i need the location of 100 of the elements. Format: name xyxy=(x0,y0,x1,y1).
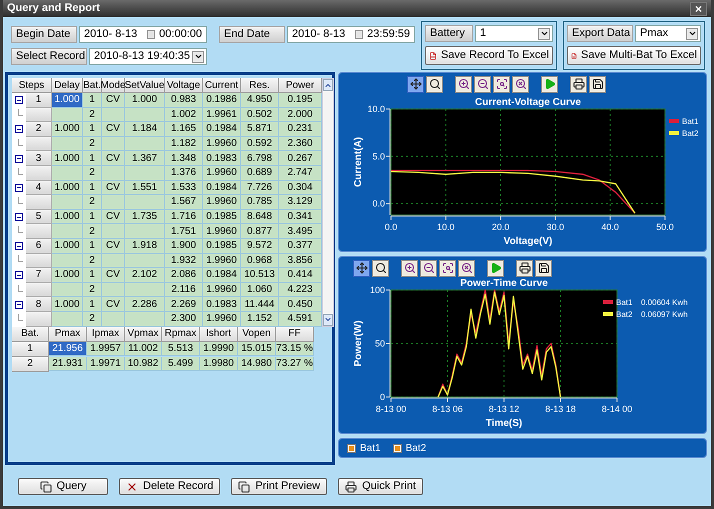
action-button[interactable]: Quick Print xyxy=(338,478,423,495)
y-tick-label: 0.0 xyxy=(372,198,385,209)
y-tick-label: 100 xyxy=(370,285,385,295)
table-cell: 1.900 xyxy=(165,238,203,254)
table-cell: 1.9961 xyxy=(203,108,241,122)
table-cell: 2.300 xyxy=(165,312,203,326)
table-cell: 1 xyxy=(83,297,102,312)
step-number: 2 xyxy=(26,122,52,137)
table-cell: 2.747 xyxy=(279,166,322,181)
end-date-label: End Date xyxy=(219,26,285,43)
step-number: 5 xyxy=(26,210,52,224)
column-header: Pmax xyxy=(49,326,87,342)
column-header: Ishort xyxy=(200,326,238,342)
table-cell: 1.348 xyxy=(165,151,203,166)
table-cell: 1.000 xyxy=(52,297,83,312)
table-cell: 3.129 xyxy=(279,195,322,210)
table-cell: 0.592 xyxy=(241,136,279,152)
table-cell: 1.716 xyxy=(165,210,203,224)
table-cell: 4.223 xyxy=(279,282,322,298)
table-cell: 73.15 % xyxy=(276,342,314,356)
step-number: 4 xyxy=(26,180,52,196)
begin-date-label: Begin Date xyxy=(11,26,77,43)
export-data-label: Export Data xyxy=(567,25,633,42)
table-cell: 4.950 xyxy=(241,93,279,108)
battery-select[interactable]: 1 xyxy=(475,25,553,42)
table-cell: 1.735 xyxy=(125,210,165,224)
y-tick-label: 10.0 xyxy=(367,104,385,114)
table-cell: 2 xyxy=(83,136,102,152)
record-select[interactable]: 2010-8-13 19:40:35 xyxy=(89,48,207,65)
table-cell: 1.000 xyxy=(52,180,83,196)
table-cell: 1 xyxy=(83,151,102,166)
table-cell: 10.513 xyxy=(241,268,279,283)
table-cell: 1.9957 xyxy=(87,342,125,356)
y-tick-label: 0 xyxy=(380,392,385,402)
legend-energy: 0.00604 Kwh xyxy=(641,298,688,307)
select-record-label: Select Record xyxy=(11,48,87,65)
table-cell: 1 xyxy=(83,122,102,137)
column-header: Voltage xyxy=(165,78,203,93)
table-cell: 0.968 xyxy=(241,254,279,268)
save-record-button[interactable]: Save Record To Excel xyxy=(425,46,553,65)
action-button[interactable]: Delete Record xyxy=(119,478,220,495)
x-tick-label: 8-13 12 xyxy=(488,404,520,414)
column-header: SetValue xyxy=(125,78,165,93)
table-cell: 11.002 xyxy=(125,342,162,356)
table-cell: 1.000 xyxy=(52,210,83,224)
export-select[interactable]: Pmax xyxy=(635,25,701,42)
action-button[interactable]: Print Preview xyxy=(231,478,328,495)
table-cell: 1.002 xyxy=(165,108,203,122)
column-header: Mode xyxy=(102,78,125,93)
column-header: Rpmax xyxy=(162,326,200,342)
table-cell: 8.648 xyxy=(241,210,279,224)
table-cell: 1.000 xyxy=(52,122,83,137)
table-cell: 1 xyxy=(83,238,102,254)
table-cell: 2 xyxy=(83,254,102,268)
table-cell: 2 xyxy=(83,195,102,210)
chart-title: Power-Time Curve xyxy=(460,278,548,289)
column-header: Steps xyxy=(12,78,52,93)
table-cell: 5.499 xyxy=(162,356,200,372)
table-cell: CV xyxy=(102,122,125,137)
table-cell: 1 xyxy=(83,93,102,108)
table-cell: 0.304 xyxy=(279,180,322,196)
table-cell: 1.551 xyxy=(125,180,165,196)
column-header: FF xyxy=(276,326,314,342)
table-cell: 1.533 xyxy=(165,180,203,196)
checkbox-label: Bat1 xyxy=(360,442,381,456)
table-cell: 4.591 xyxy=(279,312,322,326)
table-cell: 0.1984 xyxy=(203,180,241,196)
table-cell: 11.444 xyxy=(241,297,279,312)
table-cell: CV xyxy=(102,268,125,283)
close-button[interactable]: × xyxy=(690,2,707,16)
table-cell: 0.341 xyxy=(279,210,322,224)
table-cell: 2.360 xyxy=(279,136,322,152)
checkbox-label: Bat2 xyxy=(406,442,426,456)
table-cell: 5.871 xyxy=(241,122,279,137)
table-cell: 0.1983 xyxy=(203,151,241,166)
table-cell: 1.918 xyxy=(125,238,165,254)
table-cell: 2 xyxy=(83,108,102,122)
step-number: 6 xyxy=(26,238,52,254)
x-axis-label: Time(S) xyxy=(486,418,522,429)
table-cell: 1.182 xyxy=(165,136,203,152)
table-cell: 1.060 xyxy=(241,282,279,298)
column-header: Delay xyxy=(52,78,83,93)
y-axis-label: Power(W) xyxy=(353,320,364,367)
table-cell: 1.000 xyxy=(125,93,165,108)
y-tick-label: 5.0 xyxy=(372,151,385,162)
column-header: Vopen xyxy=(238,326,276,342)
column-header: Current xyxy=(203,78,241,93)
table-cell: 3.856 xyxy=(279,254,322,268)
table-cell: 2 xyxy=(83,282,102,298)
table-cell: 2.286 xyxy=(125,297,165,312)
table-cell: 21.956 xyxy=(49,342,87,356)
table-cell: 2 xyxy=(83,312,102,326)
table-cell: 1.9960 xyxy=(203,254,241,268)
end-date-field[interactable]: 2010- 8-13 23:59:59 xyxy=(287,26,415,43)
table-cell: 2 xyxy=(83,224,102,239)
begin-date-field[interactable]: 2010- 8-13 00:00:00 xyxy=(79,26,207,43)
table-cell: 73.27 % xyxy=(276,356,314,372)
action-button[interactable]: Query xyxy=(18,478,108,495)
save-multi-bat-button[interactable]: Save Multi-Bat To Excel xyxy=(567,46,701,65)
table-cell: CV xyxy=(102,180,125,196)
